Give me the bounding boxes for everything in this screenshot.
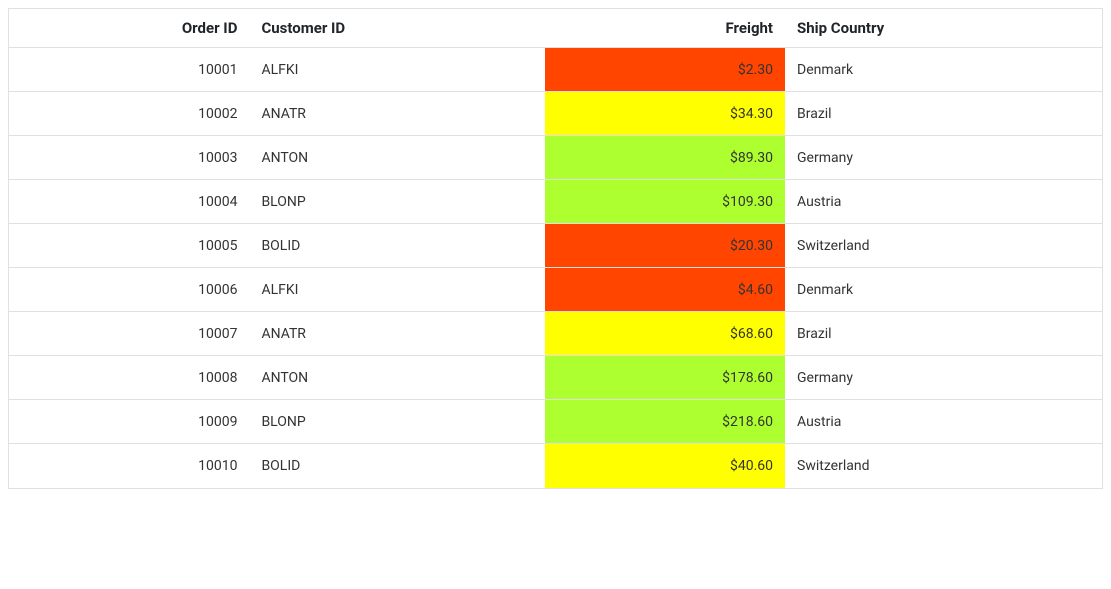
cell-freight: $218.60: [545, 400, 785, 443]
cell-order-id: 10002: [9, 92, 249, 135]
cell-order-id: 10005: [9, 224, 249, 267]
header-customer-id[interactable]: Customer ID: [249, 9, 544, 47]
header-order-id[interactable]: Order ID: [9, 9, 249, 47]
cell-freight: $2.30: [545, 48, 785, 91]
cell-freight: $20.30: [545, 224, 785, 267]
table-row[interactable]: 10002ANATR$34.30Brazil: [9, 92, 1102, 136]
table-row[interactable]: 10006ALFKI$4.60Denmark: [9, 268, 1102, 312]
cell-ship-country: Switzerland: [785, 224, 1102, 267]
cell-ship-country: Austria: [785, 180, 1102, 223]
cell-order-id: 10001: [9, 48, 249, 91]
header-ship-country[interactable]: Ship Country: [785, 9, 1102, 47]
data-grid: Order ID Customer ID Freight Ship Countr…: [8, 8, 1103, 489]
cell-customer-id: ANTON: [249, 356, 544, 399]
cell-customer-id: ANTON: [249, 136, 544, 179]
cell-freight: $109.30: [545, 180, 785, 223]
cell-ship-country: Denmark: [785, 48, 1102, 91]
table-row[interactable]: 10009BLONP$218.60Austria: [9, 400, 1102, 444]
cell-ship-country: Germany: [785, 356, 1102, 399]
cell-ship-country: Austria: [785, 400, 1102, 443]
cell-customer-id: BOLID: [249, 224, 544, 267]
cell-order-id: 10008: [9, 356, 249, 399]
cell-order-id: 10007: [9, 312, 249, 355]
grid-body: 10001ALFKI$2.30Denmark10002ANATR$34.30Br…: [9, 48, 1102, 488]
grid-header-row: Order ID Customer ID Freight Ship Countr…: [9, 9, 1102, 48]
table-row[interactable]: 10003ANTON$89.30Germany: [9, 136, 1102, 180]
cell-customer-id: BLONP: [249, 180, 544, 223]
cell-customer-id: BLONP: [249, 400, 544, 443]
cell-order-id: 10006: [9, 268, 249, 311]
cell-order-id: 10004: [9, 180, 249, 223]
cell-freight: $178.60: [545, 356, 785, 399]
cell-customer-id: ALFKI: [249, 268, 544, 311]
cell-customer-id: BOLID: [249, 444, 544, 488]
cell-ship-country: Brazil: [785, 312, 1102, 355]
table-row[interactable]: 10005BOLID$20.30Switzerland: [9, 224, 1102, 268]
table-row[interactable]: 10010BOLID$40.60Switzerland: [9, 444, 1102, 488]
cell-order-id: 10010: [9, 444, 249, 488]
cell-customer-id: ALFKI: [249, 48, 544, 91]
cell-order-id: 10009: [9, 400, 249, 443]
header-freight[interactable]: Freight: [545, 9, 785, 47]
cell-freight: $4.60: [545, 268, 785, 311]
table-row[interactable]: 10008ANTON$178.60Germany: [9, 356, 1102, 400]
cell-freight: $34.30: [545, 92, 785, 135]
cell-customer-id: ANATR: [249, 92, 544, 135]
table-row[interactable]: 10004BLONP$109.30Austria: [9, 180, 1102, 224]
cell-freight: $68.60: [545, 312, 785, 355]
table-row[interactable]: 10007ANATR$68.60Brazil: [9, 312, 1102, 356]
cell-order-id: 10003: [9, 136, 249, 179]
cell-freight: $40.60: [545, 444, 785, 488]
cell-customer-id: ANATR: [249, 312, 544, 355]
cell-ship-country: Brazil: [785, 92, 1102, 135]
cell-ship-country: Denmark: [785, 268, 1102, 311]
cell-freight: $89.30: [545, 136, 785, 179]
table-row[interactable]: 10001ALFKI$2.30Denmark: [9, 48, 1102, 92]
cell-ship-country: Germany: [785, 136, 1102, 179]
cell-ship-country: Switzerland: [785, 444, 1102, 488]
